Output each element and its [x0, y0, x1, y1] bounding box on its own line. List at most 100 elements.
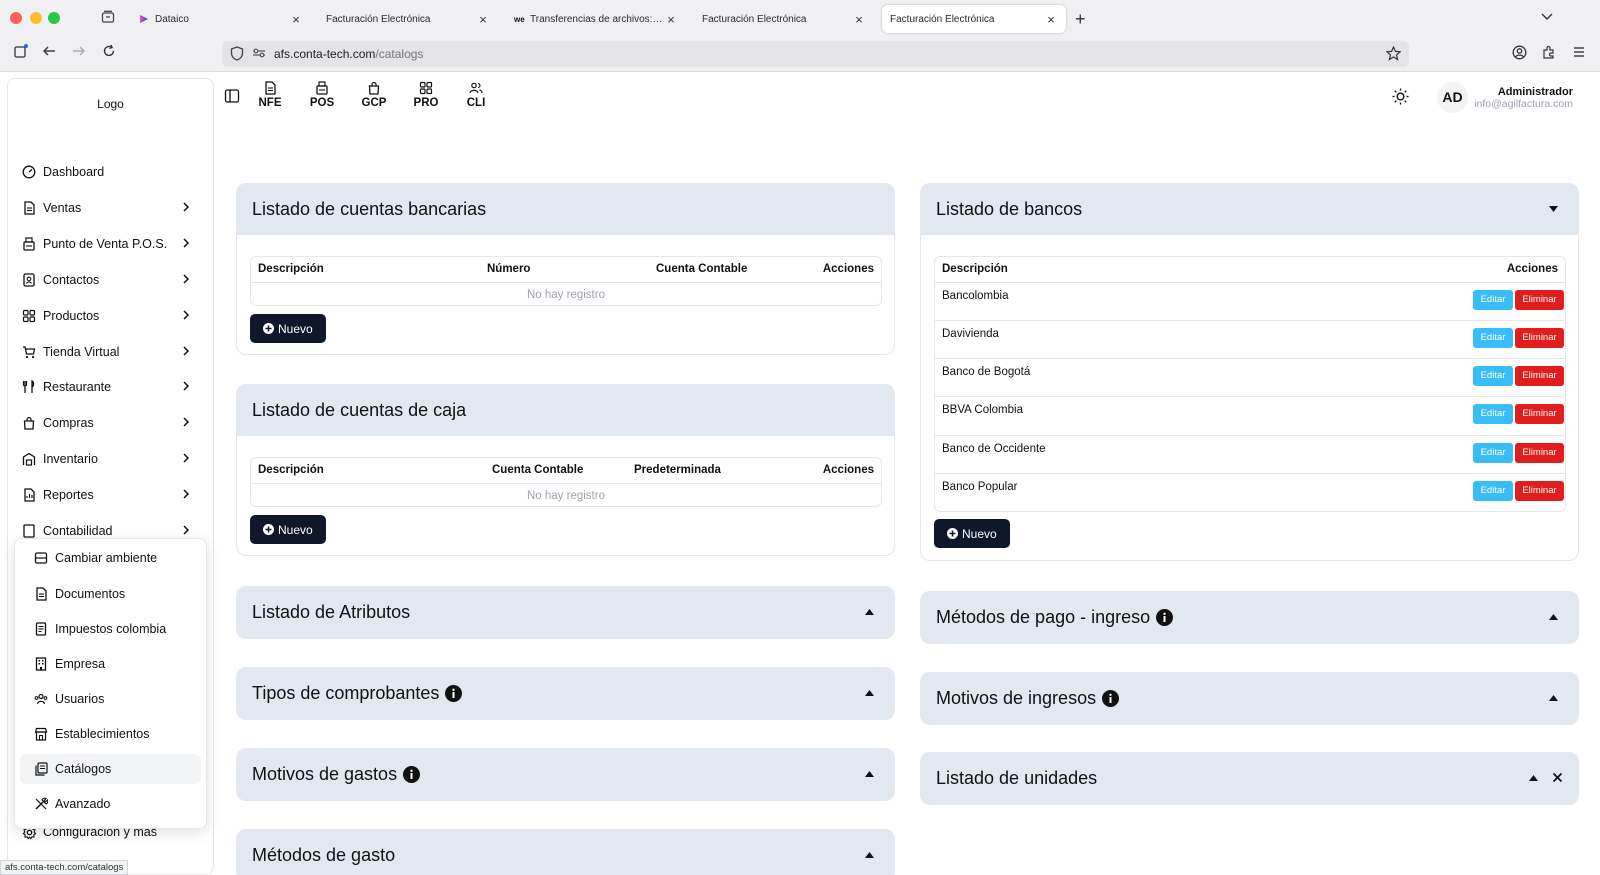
- tab-close-icon[interactable]: ×: [852, 12, 866, 27]
- card-header[interactable]: Métodos de pago - ingreso: [921, 592, 1578, 643]
- edit-button[interactable]: Editar: [1473, 328, 1513, 348]
- nuevo-button[interactable]: Nuevo: [250, 515, 326, 544]
- sidebar-item-contactos[interactable]: Contactos: [22, 269, 202, 291]
- browser-tab[interactable]: we Transferencias de archivos: el c ×: [506, 5, 686, 33]
- delete-button[interactable]: Eliminar: [1515, 328, 1564, 348]
- sidebar-item-inventario[interactable]: Inventario: [22, 448, 202, 470]
- tab-close-icon[interactable]: ×: [664, 12, 678, 27]
- card-header[interactable]: Motivos de ingresos: [921, 673, 1578, 724]
- caret-up-icon[interactable]: [865, 609, 874, 615]
- tab-close-icon[interactable]: ×: [289, 12, 303, 27]
- caret-up-icon[interactable]: [865, 852, 874, 858]
- card-unidades[interactable]: Listado de unidades: [920, 752, 1579, 805]
- nuevo-button[interactable]: Nuevo: [934, 519, 1010, 548]
- info-icon[interactable]: [403, 766, 421, 783]
- extensions-icon[interactable]: [1542, 45, 1556, 59]
- card-metodos-gasto[interactable]: Métodos de gasto: [236, 829, 895, 875]
- card-header[interactable]: Motivos de gastos: [237, 749, 894, 800]
- menu-item-cambiar-ambiente[interactable]: Cambiar ambiente: [20, 543, 201, 573]
- reload-icon[interactable]: [102, 44, 116, 58]
- forward-arrow-icon[interactable]: [72, 44, 86, 58]
- info-icon[interactable]: [1156, 609, 1174, 626]
- module-cli[interactable]: CLI: [456, 81, 496, 109]
- sun-icon[interactable]: [1392, 88, 1409, 105]
- sidebar-item-compras[interactable]: Compras: [22, 412, 202, 434]
- edit-button[interactable]: Editar: [1473, 366, 1513, 386]
- menu-item-empresa[interactable]: Empresa: [20, 649, 201, 679]
- delete-button[interactable]: Eliminar: [1515, 404, 1564, 424]
- menu-item-documentos[interactable]: Documentos: [20, 579, 201, 609]
- module-nfe[interactable]: NFE: [250, 81, 290, 109]
- caret-up-icon[interactable]: [1549, 614, 1558, 620]
- card-motivos-gastos[interactable]: Motivos de gastos: [236, 748, 895, 801]
- account-icon[interactable]: [1512, 45, 1527, 60]
- delete-button[interactable]: Eliminar: [1515, 443, 1564, 463]
- card-header[interactable]: Listado de unidades: [921, 753, 1578, 804]
- sidebar-item-pos[interactable]: Punto de Venta P.O.S.: [22, 233, 202, 255]
- new-tab-button[interactable]: +: [1075, 9, 1086, 30]
- empty-message: No hay registro: [527, 490, 605, 502]
- chevron-right-icon: [181, 452, 195, 466]
- table-row: BBVA Colombia Editar Eliminar: [935, 396, 1565, 434]
- edit-button[interactable]: Editar: [1473, 481, 1513, 501]
- browser-tab-active[interactable]: Facturación Electrónica ×: [882, 5, 1066, 33]
- nuevo-button[interactable]: Nuevo: [250, 314, 326, 343]
- sidebar-item-dashboard[interactable]: Dashboard: [22, 161, 202, 183]
- card-motivos-ingresos[interactable]: Motivos de ingresos: [920, 672, 1579, 725]
- caret-up-icon[interactable]: [865, 771, 874, 777]
- menu-item-impuestos[interactable]: Impuestos colombia: [20, 614, 201, 644]
- menu-item-establecimientos[interactable]: Establecimientos: [20, 719, 201, 749]
- card-header[interactable]: Tipos de comprobantes: [237, 668, 894, 719]
- caret-down-icon[interactable]: [1549, 206, 1558, 212]
- close-window-button[interactable]: [10, 12, 22, 24]
- caret-up-icon[interactable]: [1549, 695, 1558, 701]
- delete-button[interactable]: Eliminar: [1515, 290, 1564, 310]
- maximize-window-button[interactable]: [48, 12, 60, 24]
- bookmark-star-icon[interactable]: [1386, 46, 1401, 61]
- module-pos[interactable]: POS: [302, 81, 342, 109]
- card-header[interactable]: Métodos de gasto: [237, 830, 894, 875]
- sidebar-item-ventas[interactable]: Ventas: [22, 197, 202, 219]
- card-metodos-pago-ingreso[interactable]: Métodos de pago - ingreso: [920, 591, 1579, 644]
- menu-item-avanzado[interactable]: Avanzado: [20, 789, 201, 819]
- browser-tab[interactable]: Facturación Electrónica ×: [694, 5, 874, 33]
- caret-up-icon[interactable]: [1529, 775, 1538, 781]
- close-icon[interactable]: [1552, 772, 1563, 783]
- info-icon[interactable]: [445, 685, 463, 702]
- shield-icon[interactable]: [230, 46, 244, 61]
- tab-close-icon[interactable]: ×: [476, 12, 490, 27]
- minimize-window-button[interactable]: [30, 12, 42, 24]
- permissions-icon[interactable]: [252, 47, 266, 59]
- menu-item-usuarios[interactable]: Usuarios: [20, 684, 201, 714]
- sidebar-item-reportes[interactable]: Reportes: [22, 484, 202, 506]
- card-cuentas-caja: Listado de cuentas de caja Descripción C…: [236, 384, 895, 556]
- info-icon[interactable]: [1102, 690, 1120, 707]
- card-atributos[interactable]: Listado de Atributos: [236, 586, 895, 639]
- edit-button[interactable]: Editar: [1473, 404, 1513, 424]
- module-gcp[interactable]: GCP: [354, 81, 394, 109]
- sidebar-item-productos[interactable]: Productos: [22, 305, 202, 327]
- browser-tab[interactable]: Facturación Electrónica ×: [318, 5, 498, 33]
- chevron-down-icon[interactable]: [1541, 10, 1553, 22]
- url-bar[interactable]: afs.conta-tech.com/catalogs: [222, 41, 1409, 67]
- menu-item-catalogos[interactable]: Catálogos: [20, 754, 201, 784]
- back-arrow-icon[interactable]: [42, 44, 56, 58]
- card-header[interactable]: Listado de Atributos: [237, 587, 894, 638]
- tab-title: Transferencias de archivos: el c: [530, 13, 664, 25]
- sidebar-item-restaurante[interactable]: Restaurante: [22, 376, 202, 398]
- browser-tab[interactable]: Dataico ×: [131, 5, 311, 33]
- module-pro[interactable]: PRO: [406, 81, 446, 109]
- tab-close-icon[interactable]: ×: [1044, 12, 1058, 27]
- avatar[interactable]: AD: [1437, 82, 1468, 113]
- tab-overview-icon[interactable]: [101, 10, 115, 24]
- caret-up-icon[interactable]: [865, 690, 874, 696]
- sidebar-item-tienda-virtual[interactable]: Tienda Virtual: [22, 341, 202, 363]
- delete-button[interactable]: Eliminar: [1515, 481, 1564, 501]
- edit-button[interactable]: Editar: [1473, 290, 1513, 310]
- delete-button[interactable]: Eliminar: [1515, 366, 1564, 386]
- sidebar-toggle-icon[interactable]: [224, 88, 240, 104]
- sidebar-tabs-icon[interactable]: [14, 44, 28, 58]
- card-tipos-comprobantes[interactable]: Tipos de comprobantes: [236, 667, 895, 720]
- menu-icon[interactable]: [1572, 45, 1586, 59]
- edit-button[interactable]: Editar: [1473, 443, 1513, 463]
